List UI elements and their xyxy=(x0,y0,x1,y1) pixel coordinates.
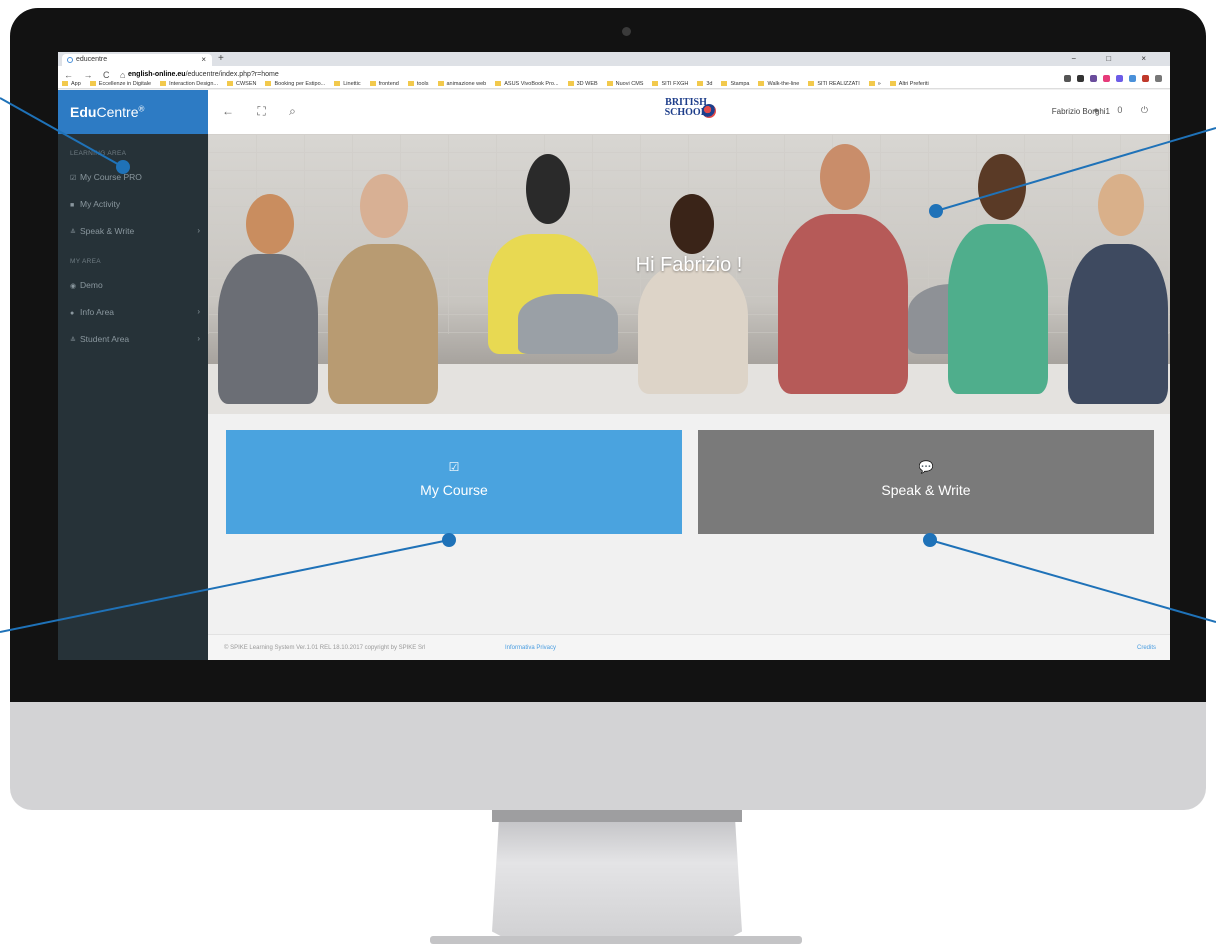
callout-lines xyxy=(0,97,1216,633)
callout-dot-speak-write xyxy=(923,533,937,547)
callout-dot-my-course xyxy=(442,533,456,547)
callout-dot-sidebar xyxy=(116,160,130,174)
callout-dot-hero xyxy=(929,204,943,218)
